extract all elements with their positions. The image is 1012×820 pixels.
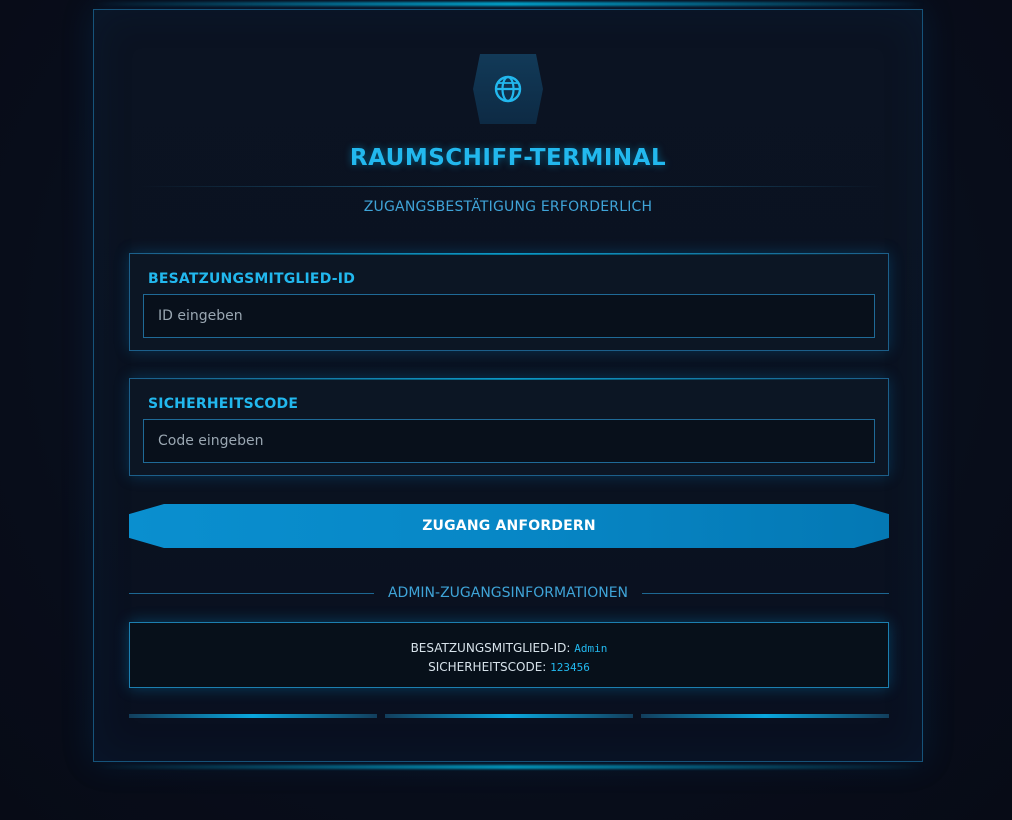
admin-id-value: Admin bbox=[574, 642, 608, 655]
security-code-field-group: SICHERHEITSCODE bbox=[129, 378, 889, 476]
request-access-button[interactable]: ZUGANG ANFORDERN bbox=[129, 504, 889, 548]
status-bar-1 bbox=[129, 714, 377, 718]
admin-id-line: BESATZUNGSMITGLIED-ID: Admin bbox=[130, 639, 888, 658]
page-title: RAUMSCHIFF-TERMINAL bbox=[349, 145, 667, 171]
admin-info-box: BESATZUNGSMITGLIED-ID: Admin SICHERHEITS… bbox=[129, 622, 889, 688]
admin-code-value: 123456 bbox=[550, 661, 590, 674]
admin-divider-left bbox=[129, 593, 374, 594]
admin-divider-right bbox=[642, 593, 889, 594]
globe-icon bbox=[494, 75, 522, 103]
top-glow-line bbox=[93, 2, 925, 6]
admin-code-line: SICHERHEITSCODE: 123456 bbox=[130, 658, 888, 677]
security-code-label: SICHERHEITSCODE bbox=[148, 396, 299, 412]
crew-id-field-group: BESATZUNGSMITGLIED-ID bbox=[129, 253, 889, 351]
crew-id-label: BESATZUNGSMITGLIED-ID bbox=[148, 271, 356, 287]
terminal-logo bbox=[473, 54, 543, 124]
page-subtitle: ZUGANGSBESTÄTIGUNG ERFORDERLICH bbox=[363, 199, 653, 215]
title-divider bbox=[140, 186, 880, 187]
status-bar-3 bbox=[641, 714, 889, 718]
crew-id-input[interactable] bbox=[143, 294, 875, 338]
security-code-input[interactable] bbox=[143, 419, 875, 463]
bottom-glow-line bbox=[93, 765, 925, 769]
admin-id-label: BESATZUNGSMITGLIED-ID: bbox=[410, 641, 575, 655]
status-bar-2 bbox=[385, 714, 633, 718]
admin-code-label: SICHERHEITSCODE: bbox=[428, 660, 551, 674]
admin-info-heading: ADMIN-ZUGANGSINFORMATIONEN bbox=[387, 585, 629, 601]
